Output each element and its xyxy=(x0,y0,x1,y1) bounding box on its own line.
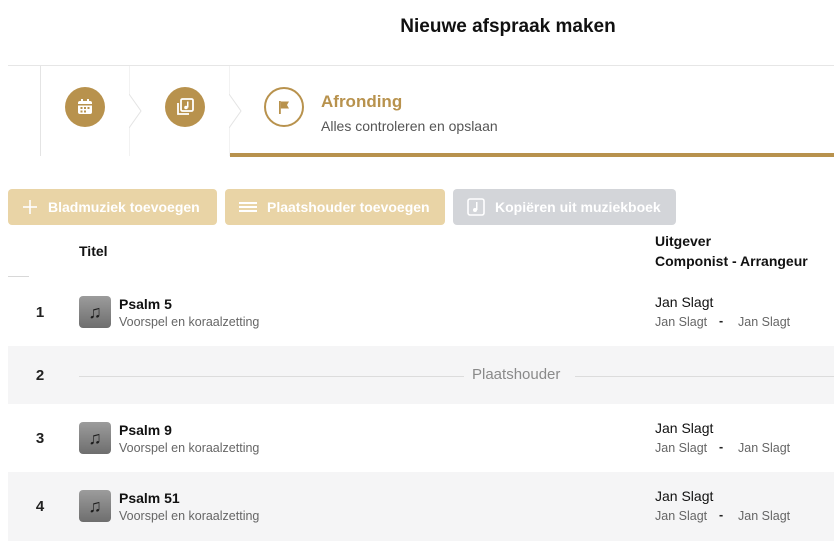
page-title: Nieuwe afspraak maken xyxy=(400,16,616,37)
music-note-icon: ♫ xyxy=(79,490,111,522)
step-chevron xyxy=(129,66,142,156)
row-publisher: Jan Slagt xyxy=(655,294,714,310)
table-row[interactable]: 1 ♫ Psalm 5 Voorspel en koraalzetting Ja… xyxy=(8,278,834,346)
column-header-composer: Componist - Arrangeur xyxy=(655,253,808,269)
column-header-publisher: Uitgever xyxy=(655,233,712,249)
placeholder-label: Plaatshouder xyxy=(472,366,561,383)
row-number: 3 xyxy=(35,430,45,447)
flag-icon xyxy=(279,101,289,114)
calendar-icon xyxy=(78,99,92,114)
row-arranger: Jan Slagt xyxy=(738,441,791,455)
add-sheet-music-label: Bladmuziek toevoegen xyxy=(48,199,200,215)
column-header-title: Titel xyxy=(79,243,108,259)
row-title: Psalm 5 xyxy=(119,296,172,312)
row-publisher: Jan Slagt xyxy=(655,488,714,504)
table-row-placeholder[interactable]: 2 Plaatshouder xyxy=(8,346,834,404)
music-library-icon xyxy=(177,98,194,115)
row-title: Psalm 51 xyxy=(119,490,180,506)
plus-icon xyxy=(22,199,38,215)
stepper-divider xyxy=(40,66,41,156)
music-note-icon: ♫ xyxy=(79,296,111,328)
row-number: 4 xyxy=(35,498,45,515)
row-arranger: Jan Slagt xyxy=(738,315,791,329)
header-divider xyxy=(8,276,29,277)
row-subtitle: Voorspel en koraalzetting xyxy=(119,441,260,455)
step-1-calendar[interactable] xyxy=(65,87,105,127)
row-composer: Jan Slagt xyxy=(655,441,708,455)
add-sheet-music-button[interactable]: Bladmuziek toevoegen xyxy=(8,189,217,225)
row-publisher: Jan Slagt xyxy=(655,420,714,436)
step-subtitle: Alles controleren en opslaan xyxy=(321,118,498,134)
placeholder-line-right xyxy=(575,376,834,377)
music-book-icon xyxy=(467,198,485,216)
step-title: Afronding xyxy=(321,92,403,111)
wizard-stepper: Afronding Alles controleren en opslaan xyxy=(8,66,834,157)
placeholder-line-left xyxy=(79,376,464,377)
music-note-icon: ♫ xyxy=(79,422,111,454)
step-2-music[interactable] xyxy=(165,87,205,127)
row-composer: Jan Slagt xyxy=(655,315,708,329)
add-placeholder-button[interactable]: Plaatshouder toevoegen xyxy=(225,189,445,225)
row-separator: - xyxy=(719,314,724,328)
row-number: 1 xyxy=(35,304,45,321)
row-number: 2 xyxy=(35,367,45,384)
placeholder-icon xyxy=(239,200,257,214)
step-chevron xyxy=(229,66,242,156)
row-separator: - xyxy=(719,508,724,522)
row-composer: Jan Slagt xyxy=(655,509,708,523)
row-separator: - xyxy=(719,440,724,454)
table-row[interactable]: 3 ♫ Psalm 9 Voorspel en koraalzetting Ja… xyxy=(8,404,834,472)
step-3-finish[interactable] xyxy=(264,87,304,127)
row-title: Psalm 9 xyxy=(119,422,172,438)
active-step-indicator xyxy=(230,153,834,157)
add-placeholder-label: Plaatshouder toevoegen xyxy=(267,199,430,215)
copy-from-book-label: Kopiëren uit muziekboek xyxy=(495,199,661,215)
row-subtitle: Voorspel en koraalzetting xyxy=(119,315,260,329)
copy-from-book-button[interactable]: Kopiëren uit muziekboek xyxy=(453,189,676,225)
row-arranger: Jan Slagt xyxy=(738,509,791,523)
row-subtitle: Voorspel en koraalzetting xyxy=(119,509,260,523)
table-row[interactable]: 4 ♫ Psalm 51 Voorspel en koraalzetting J… xyxy=(8,472,834,541)
